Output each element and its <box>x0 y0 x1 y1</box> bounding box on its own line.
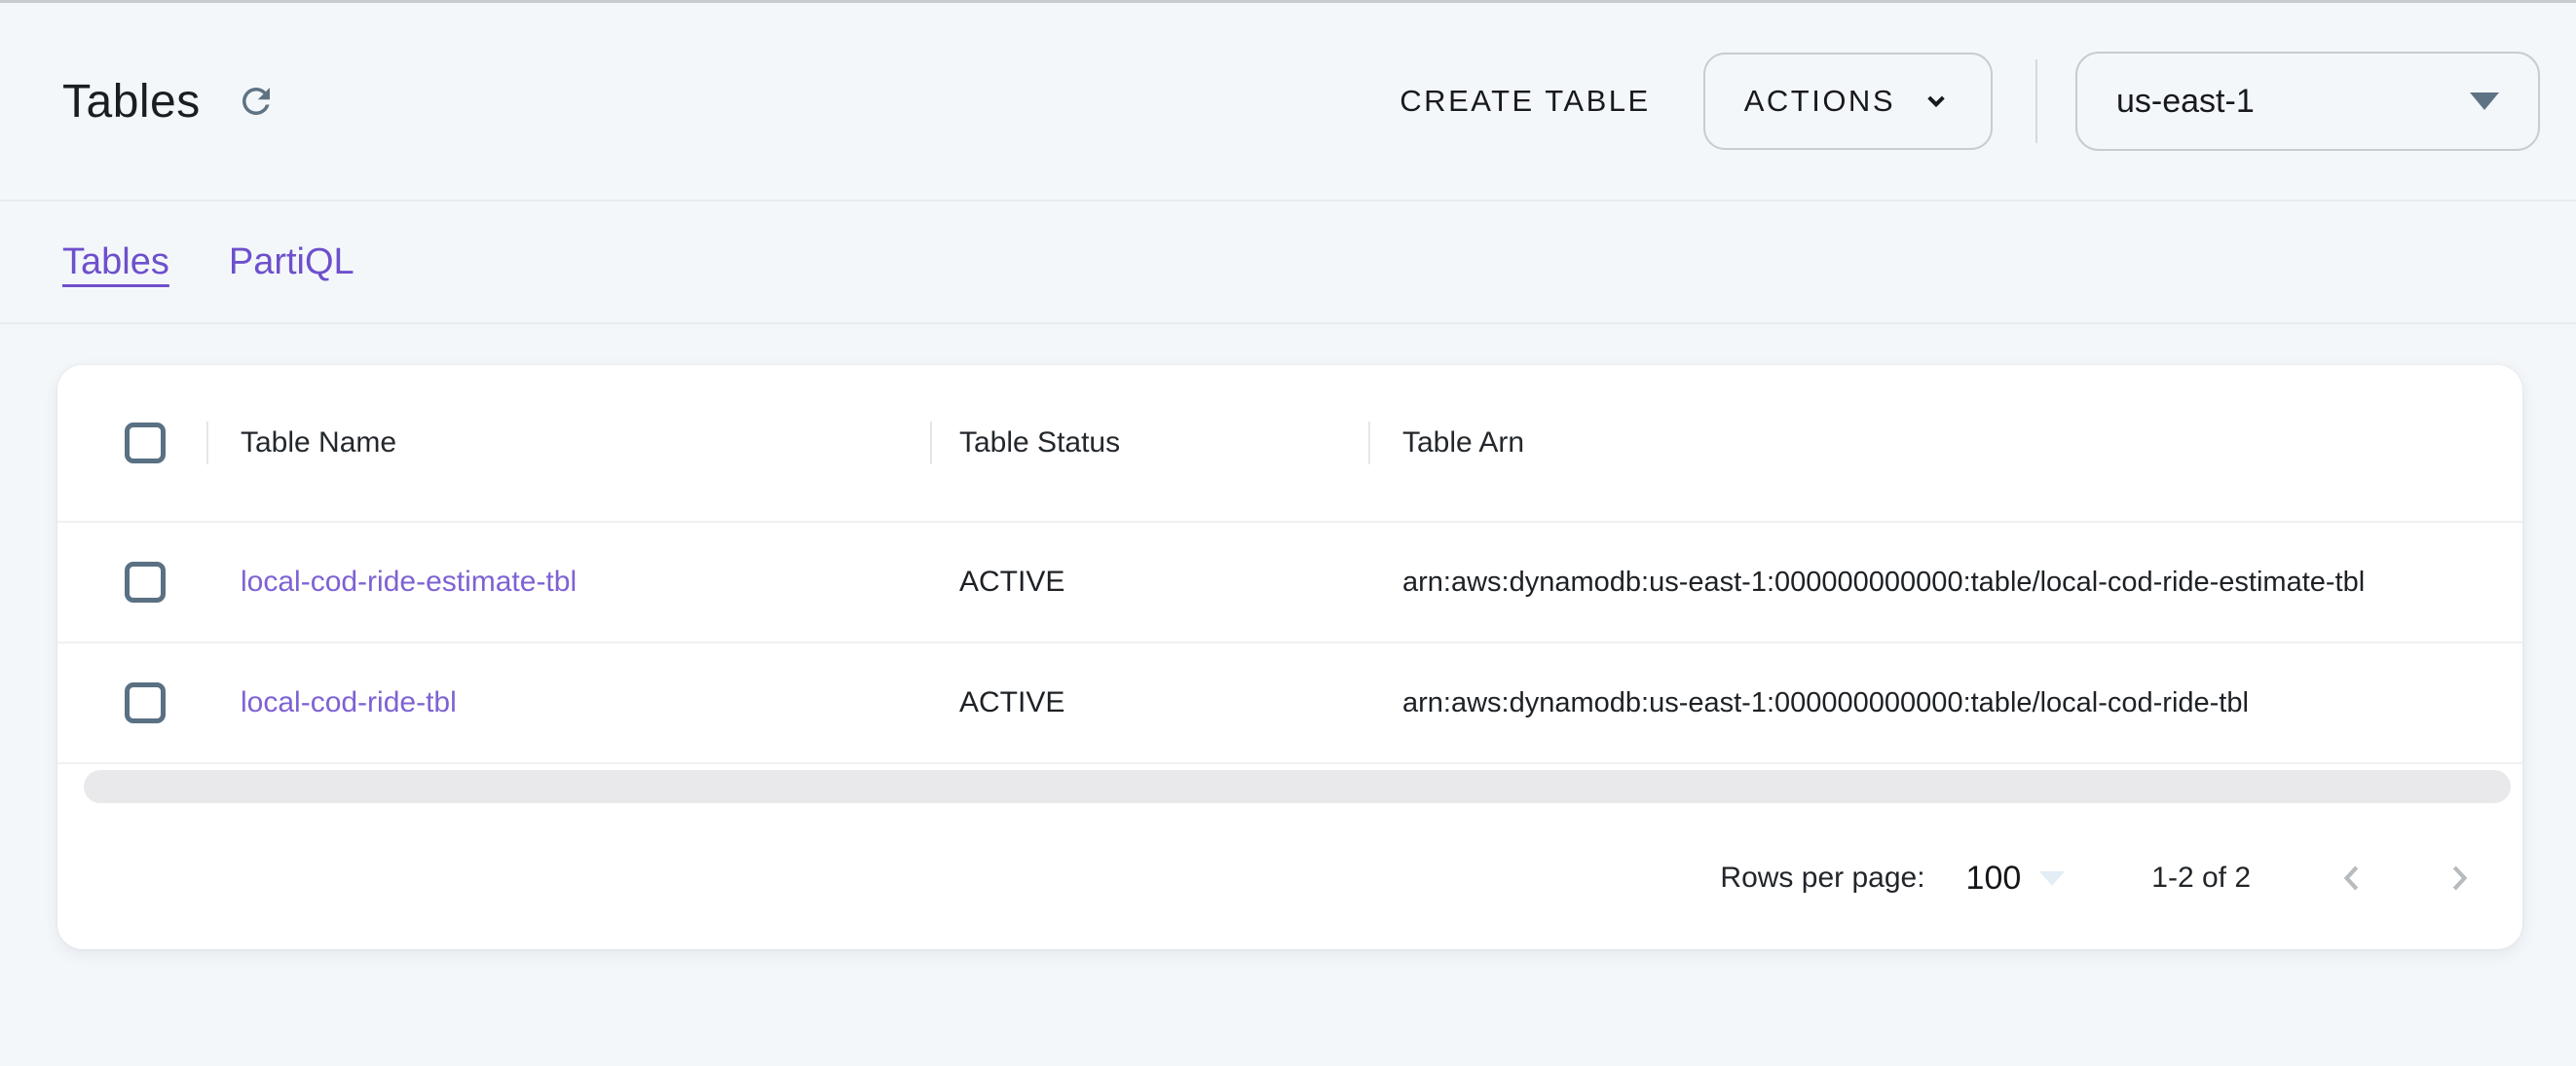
column-header-table-name: Table Name <box>206 365 930 521</box>
column-header-label: Table Status <box>959 426 1120 459</box>
refresh-button[interactable] <box>236 81 277 122</box>
cell-table-name: local-cod-ride-estimate-tbl <box>206 523 930 642</box>
actions-button[interactable]: ACTIONS <box>1703 53 1993 150</box>
rows-per-page-value: 100 <box>1966 860 2022 898</box>
chevron-right-icon <box>2441 860 2478 897</box>
cell-table-name: local-cod-ride-tbl <box>206 643 930 762</box>
row-checkbox[interactable] <box>125 562 166 603</box>
row-checkbox-cell <box>57 562 206 603</box>
region-select-value: us-east-1 <box>2116 83 2255 121</box>
tab-partiql[interactable]: PartiQL <box>229 241 355 283</box>
tables-card: Table Name Table Status Table Arn local-… <box>57 365 2522 949</box>
column-header-table-arn: Table Arn <box>1368 365 2522 521</box>
table-arn-value: arn:aws:dynamodb:us-east-1:000000000000:… <box>1402 567 2365 599</box>
chevron-left-icon <box>2333 860 2371 897</box>
cell-table-status: ACTIVE <box>930 523 1368 642</box>
header-divider <box>2035 59 2037 143</box>
tab-tables[interactable]: Tables <box>62 241 169 283</box>
row-checkbox[interactable] <box>125 682 166 723</box>
column-header-table-status: Table Status <box>930 365 1368 521</box>
pagination-range: 1-2 of 2 <box>2151 862 2251 895</box>
table-status-value: ACTIVE <box>959 566 1064 599</box>
next-page-button[interactable] <box>2441 860 2478 897</box>
table-arn-value: arn:aws:dynamodb:us-east-1:000000000000:… <box>1402 687 2249 719</box>
caret-down-icon <box>2470 92 2499 110</box>
horizontal-scrollbar-track <box>57 764 2522 809</box>
cell-table-status: ACTIVE <box>930 643 1368 762</box>
header-checkbox-cell <box>57 423 206 463</box>
previous-page-button[interactable] <box>2333 860 2371 897</box>
chevron-down-icon <box>1921 86 1952 117</box>
rows-per-page-label: Rows per page: <box>1720 862 1924 895</box>
main-area: Table Name Table Status Table Arn local-… <box>0 324 2576 949</box>
app-header: Tables CREATE TABLE ACTIONS us-east-1 <box>0 3 2576 202</box>
select-all-checkbox[interactable] <box>125 423 166 463</box>
column-header-label: Table Name <box>241 426 396 459</box>
create-table-button[interactable]: CREATE TABLE <box>1374 64 1675 138</box>
header-actions: CREATE TABLE ACTIONS us-east-1 <box>1374 52 2540 151</box>
table-name-link[interactable]: local-cod-ride-estimate-tbl <box>241 566 577 599</box>
table-row: local-cod-ride-estimate-tbl ACTIVE arn:a… <box>57 523 2522 643</box>
refresh-icon <box>236 81 277 122</box>
table-row: local-cod-ride-tbl ACTIVE arn:aws:dynamo… <box>57 643 2522 764</box>
page-title: Tables <box>62 75 201 129</box>
rows-per-page-select[interactable]: 100 <box>1966 860 2066 898</box>
cell-table-arn: arn:aws:dynamodb:us-east-1:000000000000:… <box>1368 523 2522 642</box>
column-header-label: Table Arn <box>1402 426 1524 459</box>
table-header-row: Table Name Table Status Table Arn <box>57 365 2522 523</box>
actions-button-label: ACTIONS <box>1744 84 1895 119</box>
title-group: Tables <box>62 75 277 129</box>
table-status-value: ACTIVE <box>959 686 1064 719</box>
row-checkbox-cell <box>57 682 206 723</box>
caret-down-icon <box>2039 871 2065 886</box>
table-name-link[interactable]: local-cod-ride-tbl <box>241 686 457 719</box>
cell-table-arn: arn:aws:dynamodb:us-east-1:000000000000:… <box>1368 643 2522 762</box>
region-select[interactable]: us-east-1 <box>2075 52 2540 151</box>
horizontal-scrollbar[interactable] <box>84 770 2511 803</box>
pagination-footer: Rows per page: 100 1-2 of 2 <box>57 809 2522 947</box>
tab-bar: Tables PartiQL <box>0 202 2576 324</box>
